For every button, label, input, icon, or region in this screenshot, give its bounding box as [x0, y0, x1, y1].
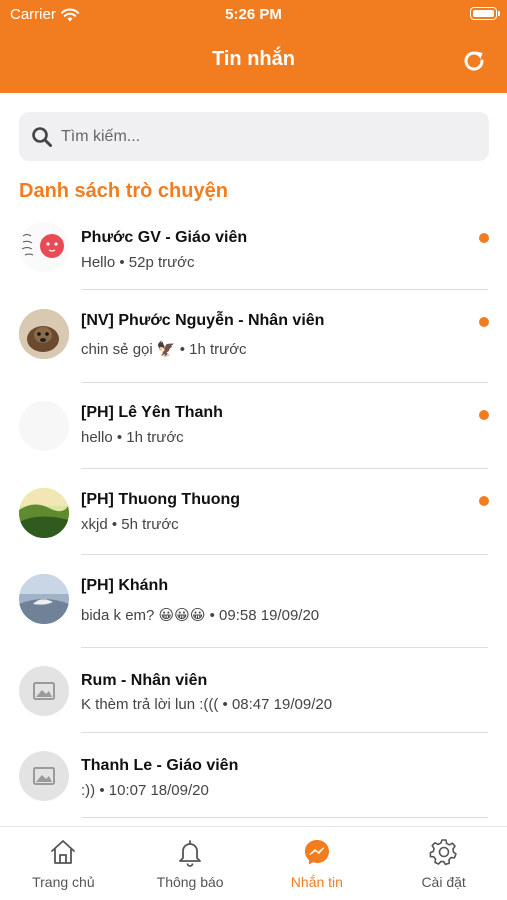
- unread-indicator: [479, 496, 489, 506]
- avatar: [19, 574, 69, 624]
- conversation-preview: Hello • 52p trước: [81, 254, 195, 271]
- tab-notifications[interactable]: Thông báo: [127, 827, 254, 900]
- search-icon: [32, 126, 52, 147]
- image-placeholder-icon: [33, 682, 55, 700]
- conversation-preview: :)) • 10:07 18/09/20: [81, 782, 209, 799]
- clock: 5:26 PM: [225, 6, 282, 23]
- avatar: [19, 666, 69, 716]
- avatar: [19, 222, 69, 272]
- conversation-item[interactable]: [PH] Lê Yên Thanh hello • 1h trước: [0, 383, 507, 469]
- page-title: Tin nhắn: [212, 48, 295, 70]
- conversation-preview: bida k em? 😀😀😀 • 09:58 19/09/20: [81, 607, 320, 624]
- bell-icon: [179, 840, 202, 867]
- conversation-item[interactable]: Thanh Le - Giáo viên :)) • 10:07 18/09/2…: [0, 733, 507, 818]
- conversation-name: [NV] Phước Nguyễn - Nhân viên: [81, 312, 325, 329]
- tab-label: Trang chủ: [32, 874, 95, 890]
- conversation-name: Thanh Le - Giáo viên: [81, 757, 239, 774]
- conversation-item[interactable]: [PH] Thuong Thuong xkjd • 5h trước: [0, 469, 507, 555]
- app-header: Carrier 5:26 PM Tin nhắn: [0, 0, 507, 93]
- tab-label: Thông báo: [156, 874, 224, 890]
- conversation-name: [PH] Khánh: [81, 577, 169, 594]
- conversation-name: Phước GV - Giáo viên: [81, 229, 248, 246]
- unread-indicator: [479, 233, 489, 243]
- home-icon: [51, 840, 76, 864]
- unread-indicator: [479, 317, 489, 327]
- section-title: Danh sách trò chuyện: [19, 180, 228, 202]
- conversation-preview: chin sẻ gọi 🦅 • 1h trước: [81, 341, 247, 358]
- messenger-icon: [304, 840, 329, 865]
- conversation-item[interactable]: Rum - Nhân viên K thèm trả lời lun :((( …: [0, 648, 507, 733]
- search-bar[interactable]: [19, 112, 489, 161]
- conversation-preview: hello • 1h trước: [81, 429, 184, 446]
- divider: [81, 817, 488, 818]
- conversation-name: Rum - Nhân viên: [81, 672, 208, 689]
- conversation-item[interactable]: [NV] Phước Nguyễn - Nhân viên chin sẻ gọ…: [0, 290, 507, 383]
- tab-label: Nhắn tin: [290, 874, 343, 890]
- unread-indicator: [479, 410, 489, 420]
- conversation-item[interactable]: Phước GV - Giáo viên Hello • 52p trước: [0, 210, 507, 290]
- status-bar: Carrier 5:26 PM: [0, 0, 507, 30]
- battery-icon: [470, 7, 500, 20]
- tab-label: Cài đặt: [421, 874, 466, 890]
- conversation-name: [PH] Lê Yên Thanh: [81, 404, 223, 421]
- tab-settings[interactable]: Cài đặt: [380, 827, 507, 900]
- image-placeholder-icon: [33, 767, 55, 785]
- avatar: [19, 488, 69, 538]
- avatar: [19, 309, 69, 359]
- refresh-icon[interactable]: [461, 48, 487, 74]
- search-input[interactable]: [61, 127, 461, 146]
- avatar: [19, 751, 69, 801]
- conversation-preview: xkjd • 5h trước: [81, 516, 179, 533]
- conversation-list: Phước GV - Giáo viên Hello • 52p trước […: [0, 210, 507, 818]
- tab-messages[interactable]: Nhắn tin: [254, 827, 381, 900]
- conversation-item[interactable]: [PH] Khánh bida k em? 😀😀😀 • 09:58 19/09/…: [0, 555, 507, 648]
- tab-bar: Trang chủ Thông báo Nhắn tin Cài đặt: [0, 826, 507, 900]
- gear-icon: [429, 839, 457, 866]
- avatar: [19, 401, 69, 451]
- tab-home[interactable]: Trang chủ: [0, 827, 127, 900]
- conversation-name: [PH] Thuong Thuong: [81, 491, 241, 508]
- conversation-preview: K thèm trả lời lun :((( • 08:47 19/09/20: [81, 696, 333, 713]
